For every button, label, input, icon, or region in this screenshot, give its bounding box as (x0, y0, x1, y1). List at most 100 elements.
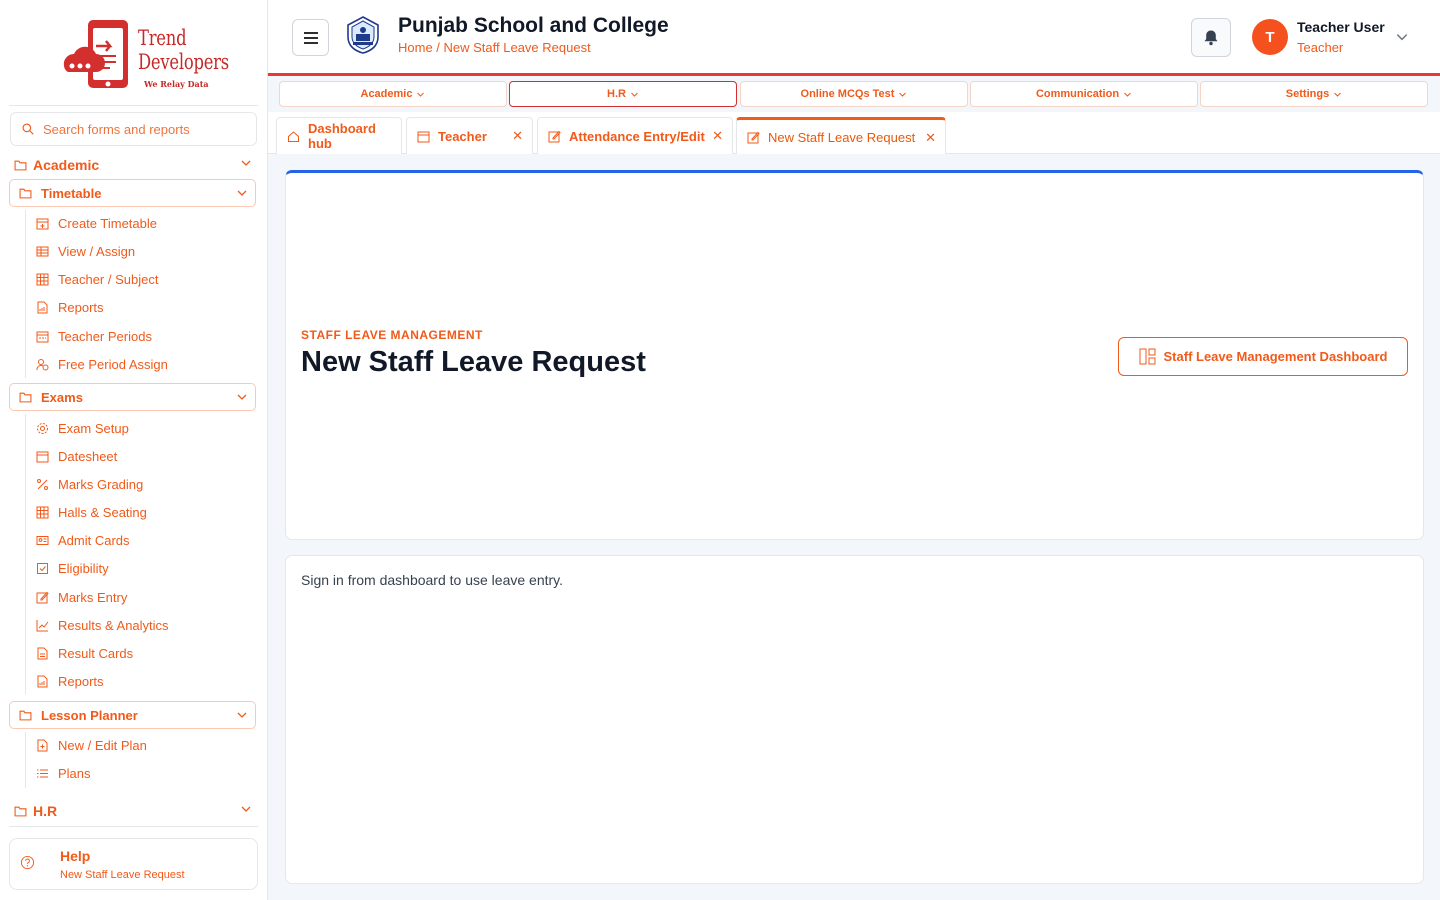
breadcrumb[interactable]: Home / New Staff Leave Request (398, 40, 591, 55)
tab-new-staff-leave-request[interactable]: New Staff Leave Request ✕ (736, 117, 946, 154)
sidebar-item-halls-seating[interactable]: Halls & Seating (36, 502, 147, 522)
user-role: Teacher (1297, 40, 1344, 55)
dashboard-layout-icon (1139, 348, 1156, 365)
sidebar-item-eligibility[interactable]: Eligibility (36, 558, 109, 578)
id-card-icon (36, 535, 49, 545)
sidebar-item-label: Free Period Assign (58, 356, 168, 372)
hamburger-menu-button[interactable] (292, 19, 329, 56)
topnav-academic[interactable]: Academic (279, 81, 507, 107)
table-icon (36, 246, 49, 256)
gear-icon (37, 422, 48, 434)
tab-bar: Dashboard hub Teacher ✕ Attendance Entry… (268, 112, 1440, 154)
calendar-icon (36, 331, 49, 342)
topnav-settings[interactable]: Settings (1200, 81, 1428, 107)
chevron-down-icon (899, 92, 907, 97)
chevron-down-icon[interactable] (1395, 30, 1409, 44)
list-icon (37, 769, 48, 777)
sidebar-item-label: Marks Grading (58, 476, 144, 492)
topnav-label: Communication (1035, 88, 1120, 100)
chevron-down-icon (417, 92, 425, 97)
sidebar-item-exam-setup[interactable]: Exam Setup (36, 418, 129, 438)
chevron-down-icon (241, 160, 251, 166)
sidebar-search[interactable] (10, 112, 257, 146)
close-icon[interactable]: ✕ (925, 130, 936, 146)
sidebar-item-result-cards[interactable]: Result Cards (36, 643, 133, 663)
sidebar-section-academic[interactable]: Academic (14, 154, 254, 176)
top-nav: Academic H.R Online MCQs Test Communicat… (279, 81, 1429, 107)
edit-icon (747, 131, 760, 143)
sidebar-item-marks-grading[interactable]: Marks Grading (36, 474, 143, 494)
folder-icon (19, 392, 32, 403)
sidebar-section-label: H.R (33, 803, 58, 819)
folder-icon (14, 806, 27, 817)
topnav-online-mcqs-test[interactable]: Online MCQs Test (740, 81, 968, 107)
sidebar-group-timetable[interactable]: Timetable (9, 179, 256, 207)
sidebar-section-hr[interactable]: H.R (14, 800, 254, 822)
sidebar-item-label: Exam Setup (58, 420, 129, 436)
brand-line2: Developers (138, 50, 229, 74)
help-card[interactable]: Help New Staff Leave Request (9, 838, 258, 890)
notifications-button[interactable] (1191, 18, 1231, 57)
sidebar-item-label: Reports (58, 673, 104, 689)
user-name[interactable]: Teacher User (1297, 19, 1385, 35)
sidebar-item-teacher-subject[interactable]: Teacher / Subject (36, 269, 158, 289)
sidebar-item-datesheet[interactable]: Datesheet (36, 446, 117, 466)
sidebar-group-exams[interactable]: Exams (9, 383, 256, 411)
sidebar-item-label: Teacher Periods (58, 328, 152, 344)
sidebar-item-label: Marks Entry (58, 589, 128, 605)
folder-icon (19, 188, 32, 199)
sidebar-group-lesson-planner[interactable]: Lesson Planner (9, 701, 256, 729)
sidebar-item-admit-cards[interactable]: Admit Cards (36, 530, 130, 550)
topnav-label: H.R (607, 88, 626, 100)
calendar-plus-icon (36, 218, 49, 229)
grid-icon (36, 273, 49, 285)
tab-teacher[interactable]: Teacher ✕ (406, 117, 533, 154)
tab-label: Attendance Entry/Edit (569, 128, 705, 144)
tree-line (25, 414, 26, 694)
edit-icon (548, 130, 561, 142)
close-icon[interactable]: ✕ (512, 128, 523, 144)
sidebar-item-exam-reports[interactable]: Reports (36, 671, 104, 691)
staff-leave-dashboard-button[interactable]: Staff Leave Management Dashboard (1118, 337, 1408, 376)
sidebar-item-free-period-assign[interactable]: Free Period Assign (36, 354, 168, 374)
sidebar-item-results-analytics[interactable]: Results & Analytics (36, 615, 169, 635)
home-icon (288, 130, 299, 142)
sidebar-item-label: Teacher / Subject (58, 271, 159, 287)
tab-dashboard-hub[interactable]: Dashboard hub (276, 117, 402, 154)
brand-logo-icon (63, 20, 128, 88)
topnav-hr[interactable]: H.R (509, 81, 737, 107)
topnav-communication[interactable]: Communication (970, 81, 1198, 107)
close-icon[interactable]: ✕ (712, 128, 723, 144)
tab-label: New Staff Leave Request (768, 129, 916, 145)
sidebar-item-label: Reports (58, 299, 104, 315)
search-input[interactable] (43, 121, 243, 137)
file-icon (37, 647, 48, 659)
help-title: Help (60, 848, 91, 864)
chevron-down-icon (237, 712, 247, 718)
sidebar-item-view-assign[interactable]: View / Assign (36, 241, 135, 261)
sidebar-item-plans[interactable]: Plans (36, 763, 91, 783)
tree-line (25, 210, 26, 378)
avatar[interactable]: T (1252, 19, 1288, 55)
sidebar-item-new-edit-plan[interactable]: New / Edit Plan (36, 735, 147, 755)
sidebar-item-create-timetable[interactable]: Create Timetable (36, 213, 157, 233)
sidebar-section-label: Academic (33, 157, 100, 173)
chevron-down-icon (631, 92, 638, 97)
tab-attendance-entry-edit[interactable]: Attendance Entry/Edit ✕ (537, 117, 733, 154)
leave-entry-card: Sign in from dashboard to use leave entr… (285, 555, 1424, 884)
sidebar-item-reports[interactable]: Reports (36, 297, 104, 317)
report-icon (37, 675, 48, 687)
brand-logo: Trend Developers We Relay Data (58, 18, 229, 92)
brand-line1: Trend (138, 26, 187, 50)
page-title: New Staff Leave Request (301, 346, 646, 378)
sidebar-item-label: Create Timetable (58, 215, 157, 231)
percent-icon (37, 478, 48, 490)
sign-in-message: Sign in from dashboard to use leave entr… (301, 572, 564, 588)
sidebar-item-teacher-periods[interactable]: Teacher Periods (36, 326, 152, 346)
checkbox-icon (37, 562, 48, 574)
topnav-label: Online MCQs Test (800, 88, 895, 100)
sidebar-group-label: Exams (41, 389, 83, 405)
sidebar-item-marks-entry[interactable]: Marks Entry (36, 587, 127, 607)
calendar-icon (417, 131, 430, 142)
sidebar-group-label: Timetable (41, 185, 102, 201)
